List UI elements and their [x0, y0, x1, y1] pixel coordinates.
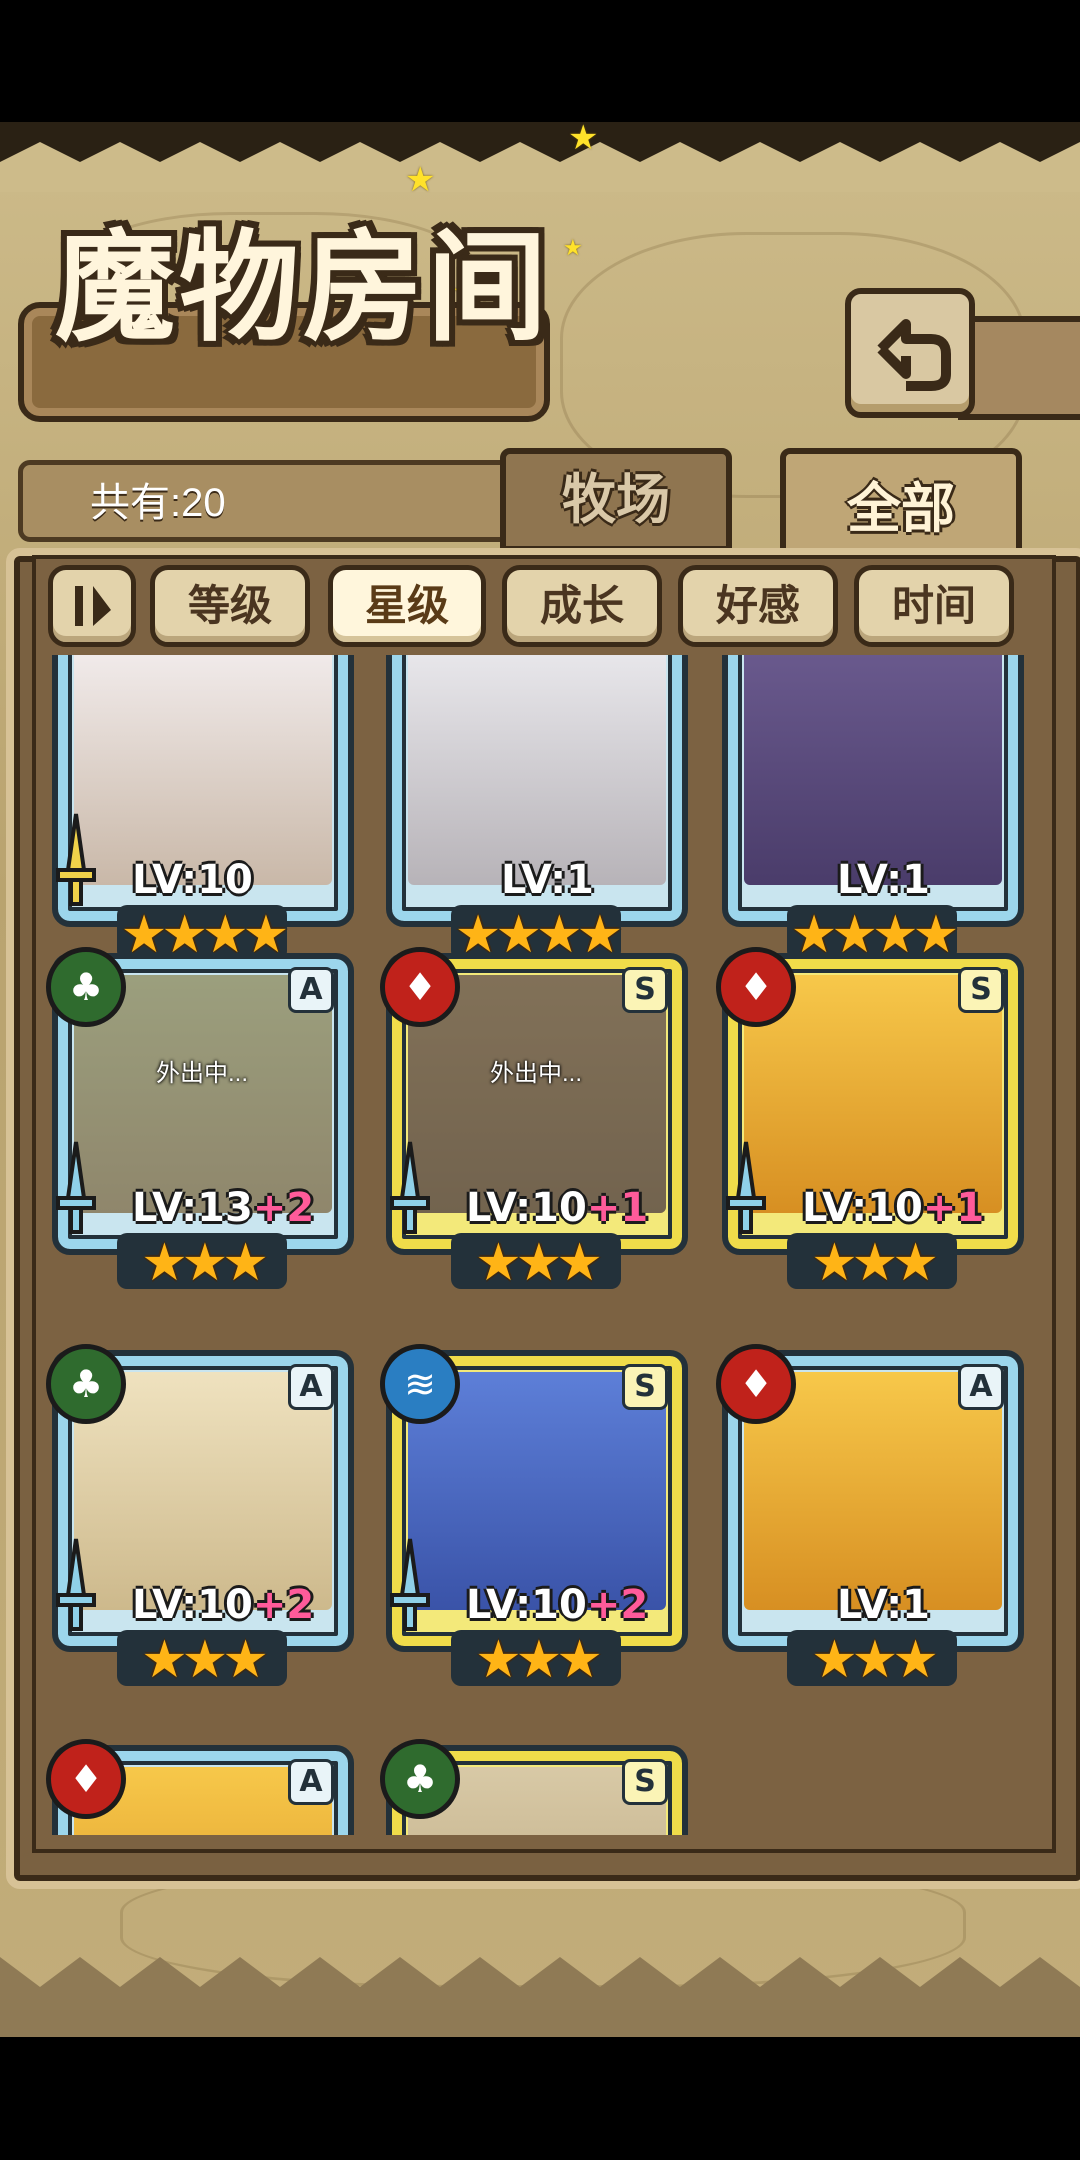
- sword-icon: [56, 813, 96, 906]
- star-rating: ★★★: [141, 1233, 269, 1293]
- monster-card[interactable]: A ♦: [46, 1739, 354, 1835]
- sort-order-toggle[interactable]: [48, 565, 136, 647]
- star-rating: ★★★: [475, 1630, 603, 1690]
- sort-star-button[interactable]: 星级: [328, 565, 486, 647]
- sword-icon: [390, 1538, 430, 1631]
- monster-card[interactable]: 外出中... A ♣ LV:13+2 ★★★: [46, 947, 354, 1293]
- leaf-element-icon: ♣: [46, 947, 126, 1027]
- page-title: 魔物房间: [55, 217, 551, 358]
- monster-portrait: [74, 655, 332, 885]
- monster-level: LV:1: [501, 857, 594, 903]
- monster-card[interactable]: S ≋ LV:10+2 ★★★: [380, 1344, 688, 1690]
- star-rating: ★★★: [811, 1630, 939, 1690]
- away-status: 外出中...: [155, 1060, 248, 1087]
- tab-ranch[interactable]: 牧场: [500, 448, 732, 552]
- monster-card[interactable]: LV:10 ★★★★: [52, 655, 354, 965]
- monster-level: LV:10+1: [802, 1185, 985, 1231]
- sort-time-button[interactable]: 时间: [854, 565, 1014, 647]
- monster-card[interactable]: LV:1 ★★★★: [386, 655, 688, 965]
- rank-badge: S: [958, 967, 1004, 1013]
- monster-card[interactable]: A ♦ LV:1 ★★★: [716, 1344, 1024, 1690]
- sword-icon: [726, 1141, 766, 1234]
- monster-level: LV:13+2: [132, 1185, 315, 1231]
- monster-level: LV:10: [132, 857, 253, 903]
- monster-level: LV:10+2: [466, 1582, 649, 1628]
- monster-level: LV:10+1: [466, 1185, 649, 1231]
- top-border: [0, 122, 1080, 192]
- back-button[interactable]: [845, 288, 975, 418]
- sword-icon: [56, 1141, 96, 1234]
- sword-icon: [390, 1141, 430, 1234]
- leaf-element-icon: ♣: [46, 1344, 126, 1424]
- sort-toggle-icon: [75, 586, 111, 626]
- rank-badge: A: [288, 967, 334, 1013]
- monster-card[interactable]: S ♣: [380, 1739, 688, 1835]
- rank-badge: A: [958, 1364, 1004, 1410]
- fire-element-icon: ♦: [716, 947, 796, 1027]
- star-icon: ★: [563, 236, 583, 261]
- return-icon: [877, 319, 951, 391]
- leaf-element-icon: ♣: [380, 1739, 460, 1819]
- rank-badge: S: [622, 967, 668, 1013]
- sort-level-button[interactable]: 等级: [150, 565, 310, 647]
- back-plate: [958, 316, 1080, 420]
- rank-badge: S: [622, 1759, 668, 1805]
- monster-level: LV:10+2: [132, 1582, 315, 1628]
- sort-growth-button[interactable]: 成长: [502, 565, 662, 647]
- monster-portrait: [408, 655, 666, 885]
- monster-level: LV:1: [837, 857, 930, 903]
- rank-badge: S: [622, 1364, 668, 1410]
- water-element-icon: ≋: [380, 1344, 460, 1424]
- rank-badge: A: [288, 1364, 334, 1410]
- monster-count: 共有:20: [90, 481, 226, 525]
- monster-card[interactable]: 外出中... S ♦ LV:10+1 ★★★: [380, 947, 688, 1293]
- star-rating: ★★★: [475, 1233, 603, 1293]
- star-rating: ★★★: [811, 1233, 939, 1293]
- monster-grid[interactable]: LV:10 ★★★★ LV:1 ★★★★ LV:1 ★★★★ 外出中... A …: [38, 655, 1042, 1835]
- monster-card[interactable]: S ♦ LV:10+1 ★★★: [716, 947, 1024, 1293]
- fire-element-icon: ♦: [46, 1739, 126, 1819]
- away-status: 外出中...: [489, 1060, 582, 1087]
- bottom-border: [0, 1957, 1080, 2037]
- fire-element-icon: ♦: [716, 1344, 796, 1424]
- rank-badge: A: [288, 1759, 334, 1805]
- fire-element-icon: ♦: [380, 947, 460, 1027]
- monster-portrait: [744, 655, 1002, 885]
- star-rating: ★★★: [141, 1630, 269, 1690]
- monster-card[interactable]: A ♣ LV:10+2 ★★★: [46, 1344, 354, 1690]
- sword-icon: [56, 1538, 96, 1631]
- monster-card[interactable]: LV:1 ★★★★: [722, 655, 1024, 965]
- star-icon: ★: [568, 118, 599, 158]
- monster-level: LV:1: [837, 1582, 930, 1628]
- sort-affection-button[interactable]: 好感: [678, 565, 838, 647]
